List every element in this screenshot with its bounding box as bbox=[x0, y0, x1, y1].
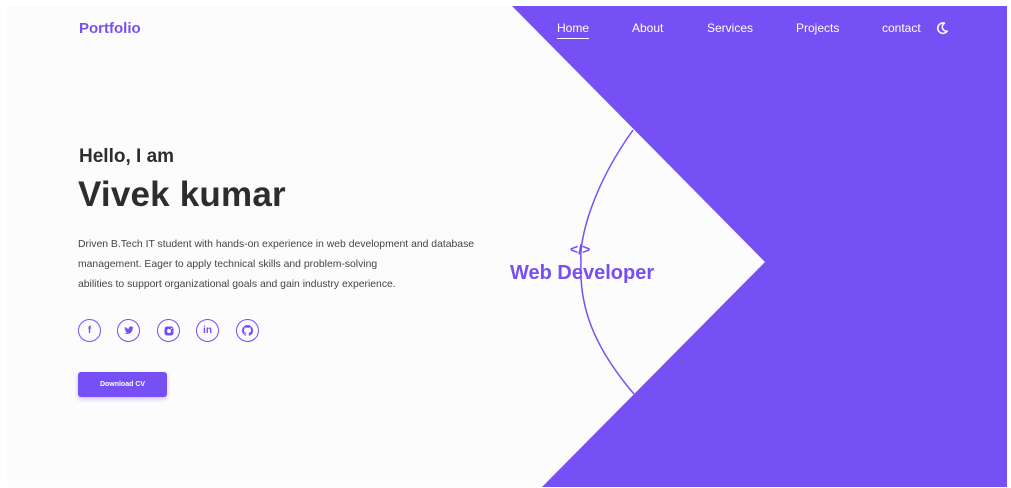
twitter-bird bbox=[123, 326, 134, 334]
twitter-icon[interactable] bbox=[117, 319, 140, 342]
greeting: Hello, I am bbox=[79, 146, 175, 167]
nav-projects[interactable]: Projects bbox=[796, 21, 839, 35]
nav-services[interactable]: Services bbox=[707, 21, 753, 35]
nav-contact[interactable]: contact bbox=[882, 21, 921, 35]
description-line: Driven B.Tech IT student with hands-on e… bbox=[78, 239, 475, 250]
facebook-icon[interactable]: f bbox=[78, 319, 101, 342]
role-title: Web Developer bbox=[510, 262, 655, 284]
github-icon[interactable] bbox=[236, 319, 259, 342]
hero-name: Vivek kumar bbox=[78, 175, 286, 214]
facebook-glyph: f bbox=[87, 325, 92, 336]
description-line: management. Eager to apply technical ski… bbox=[78, 259, 378, 270]
hero-description: Driven B.Tech IT student with hands-on e… bbox=[78, 235, 518, 295]
instagram-icon[interactable] bbox=[157, 319, 180, 342]
description-line: abilities to support organizational goal… bbox=[78, 279, 396, 290]
linkedin-icon[interactable]: in bbox=[196, 319, 219, 342]
main-nav: Home About Services Projects contact bbox=[7, 21, 1007, 41]
page: Portfolio Home About Services Projects c… bbox=[0, 0, 1011, 488]
download-cv-button[interactable]: Download CV bbox=[78, 372, 167, 397]
linkedin-glyph: in bbox=[203, 325, 212, 336]
nav-about[interactable]: About bbox=[632, 21, 663, 35]
hero-section: Portfolio Home About Services Projects c… bbox=[7, 6, 1007, 487]
nav-home[interactable]: Home bbox=[557, 21, 590, 39]
github-glyph bbox=[242, 325, 253, 336]
instagram-glyph bbox=[164, 326, 173, 335]
moon-icon[interactable] bbox=[935, 21, 949, 35]
code-icon: </> bbox=[570, 241, 591, 257]
